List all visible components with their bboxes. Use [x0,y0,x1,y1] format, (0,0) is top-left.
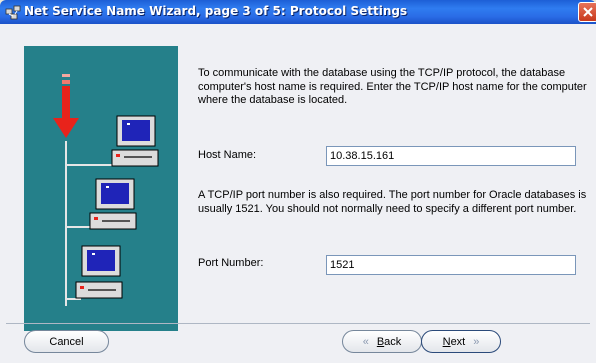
network-illustration [24,46,178,331]
title-bar[interactable]: Net Service Name Wizard, page 3 of 5: Pr… [0,0,596,24]
cancel-button-label: Cancel [49,335,84,348]
host-name-label: Host Name: [198,149,257,161]
port-description: A TCP/IP port number is also required. T… [198,189,587,215]
back-button-label: Back [376,335,402,348]
chevron-right-icon: » [473,335,480,348]
computer-icon [75,245,123,299]
host-name-input[interactable] [326,146,576,166]
wizard-app-icon [5,5,21,20]
chevron-left-icon: « [362,335,369,348]
next-button[interactable]: Next » [421,330,501,353]
network-line [65,141,67,306]
port-number-input[interactable] [326,255,576,275]
window-title: Net Service Name Wizard, page 3 of 5: Pr… [24,4,408,18]
close-x-icon [583,7,593,17]
close-button[interactable] [578,2,596,22]
wizard-window: Net Service Name Wizard, page 3 of 5: Pr… [0,0,596,363]
port-number-label: Port Number: [198,257,264,269]
back-button[interactable]: « Back [342,330,422,353]
divider [6,323,590,324]
next-button-label: Next [442,335,466,348]
computer-icon [111,115,159,167]
wizard-content: To communicate with the database using t… [0,24,596,363]
intro-description: To communicate with the database using t… [198,67,587,106]
computer-icon [89,178,137,230]
cancel-button[interactable]: Cancel [24,330,109,353]
